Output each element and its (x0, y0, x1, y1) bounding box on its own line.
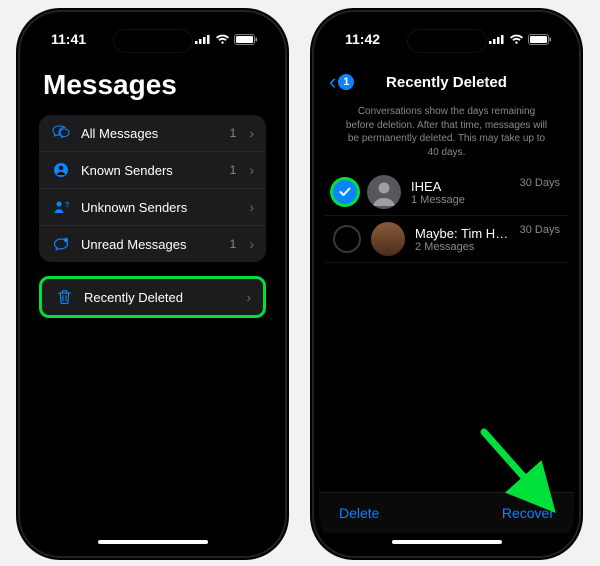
conversation-row[interactable]: IHEA 1 Message 30 Days (325, 169, 568, 216)
bottom-toolbar: Delete Recover (319, 492, 574, 533)
avatar-icon (371, 222, 405, 256)
recover-button[interactable]: Recover (502, 505, 554, 521)
person-question-icon: ? (51, 199, 71, 215)
phone-left: 11:41 Messages All Messages 1 › (16, 8, 289, 560)
recently-deleted-row[interactable]: Recently Deleted › (39, 276, 266, 318)
days-remaining: 30 Days (520, 224, 560, 236)
home-indicator (25, 533, 280, 551)
chevron-right-icon: › (249, 237, 254, 251)
page-title: Messages (25, 61, 280, 115)
conversation-subtitle: 1 Message (411, 194, 510, 206)
select-circle[interactable] (333, 225, 361, 253)
home-indicator (319, 533, 574, 551)
filter-unknown-senders[interactable]: ? Unknown Senders › (39, 188, 266, 225)
chevron-right-icon: › (249, 163, 254, 177)
battery-icon (528, 34, 552, 45)
chevron-left-icon: ‹ (329, 71, 336, 93)
status-icons (489, 34, 552, 45)
filter-known-senders[interactable]: Known Senders 1 › (39, 151, 266, 188)
conversation-list: IHEA 1 Message 30 Days Maybe: Tim Hardwi… (319, 169, 574, 263)
filter-label: Unread Messages (81, 237, 220, 252)
checkmark-icon (339, 187, 351, 197)
recently-deleted-label: Recently Deleted (84, 290, 236, 305)
bubbles-icon (51, 125, 71, 141)
nav-title: Recently Deleted (386, 74, 507, 91)
chevron-right-icon: › (249, 200, 254, 214)
filter-list: All Messages 1 › Known Senders 1 › ? (39, 115, 266, 262)
filter-count: 1 (230, 163, 237, 177)
signal-icon (195, 34, 211, 44)
back-count-badge: 1 (338, 74, 354, 90)
nav-bar: ‹ 1 Recently Deleted (319, 61, 574, 103)
dynamic-island (408, 30, 486, 52)
svg-text:?: ? (65, 202, 69, 209)
filter-label: Known Senders (81, 163, 220, 178)
conversation-subtitle: 2 Messages (415, 241, 510, 253)
days-remaining: 30 Days (520, 177, 560, 189)
filter-label: Unknown Senders (81, 200, 226, 215)
signal-icon (489, 34, 505, 44)
trash-icon (54, 289, 74, 305)
filter-unread-messages[interactable]: Unread Messages 1 › (39, 225, 266, 262)
conversation-name: IHEA (411, 179, 510, 194)
chevron-right-icon: › (246, 290, 251, 304)
dynamic-island (114, 30, 192, 52)
conversation-name: Maybe: Tim Hardwick (415, 226, 510, 241)
select-circle[interactable] (333, 180, 357, 204)
chevron-right-icon: › (249, 126, 254, 140)
filter-count: 1 (230, 126, 237, 140)
person-check-icon (51, 162, 71, 178)
conversation-row[interactable]: Maybe: Tim Hardwick 2 Messages 30 Days (325, 216, 568, 263)
filter-all-messages[interactable]: All Messages 1 › (39, 115, 266, 151)
phone-right: 11:42 ‹ 1 Recently Deleted Conversations… (310, 8, 583, 560)
wifi-icon (509, 34, 524, 45)
status-time: 11:42 (345, 31, 380, 47)
filter-count: 1 (230, 237, 237, 251)
wifi-icon (215, 34, 230, 45)
delete-button[interactable]: Delete (339, 505, 379, 521)
info-text: Conversations show the days remaining be… (319, 103, 574, 169)
filter-label: All Messages (81, 126, 220, 141)
back-button[interactable]: ‹ 1 (329, 71, 354, 93)
bubble-badge-icon (51, 237, 71, 252)
avatar-icon (367, 175, 401, 209)
battery-icon (234, 34, 258, 45)
status-icons (195, 34, 258, 45)
status-time: 11:41 (51, 31, 86, 47)
